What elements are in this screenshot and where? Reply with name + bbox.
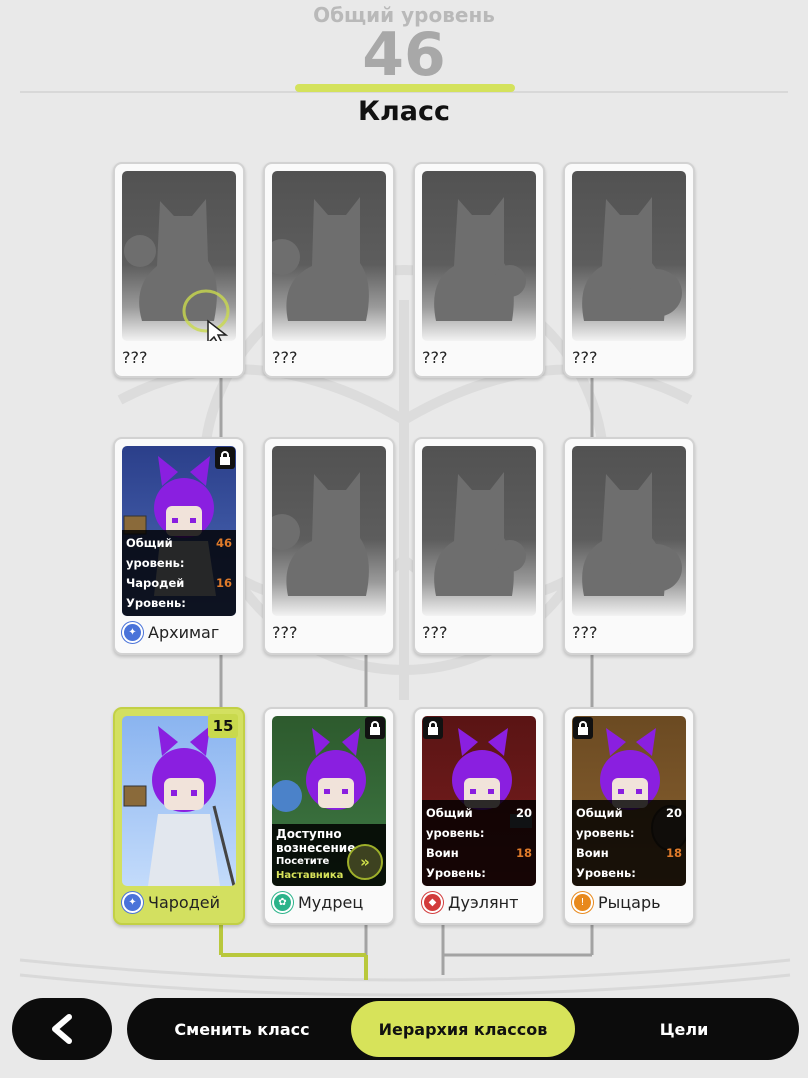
class-card-unknown[interactable]: ??? <box>263 162 395 378</box>
class-name-row: ◆ Дуэлянт <box>422 889 536 915</box>
class-card-unknown[interactable]: ??? <box>563 162 695 378</box>
req-total-label: Общий уровень: <box>576 806 635 840</box>
class-name: ??? <box>272 347 298 367</box>
class-name: Чародей <box>148 892 221 912</box>
class-name-row: ✿ Мудрец <box>272 889 386 915</box>
tab-bar: Сменить класс Иерархия классов Цели <box>127 998 799 1060</box>
lock-icon <box>423 717 443 739</box>
req-class-label: Воин Уровень: <box>426 846 486 880</box>
locked-silhouette <box>422 446 536 616</box>
requirements-box: Общий уровень: 46 Чародей Уровень: 16 <box>122 530 236 616</box>
req-total-value: 20 <box>515 806 532 820</box>
requirements-box: Общий уровень: 20 Воин Уровень: 18 <box>572 800 686 886</box>
archmage-portrait: Общий уровень: 46 Чародей Уровень: 16 <box>122 446 236 616</box>
warrior-class-icon: ◆ <box>422 891 443 913</box>
mage-class-icon: ✦ <box>122 621 143 643</box>
class-name: ??? <box>422 347 448 367</box>
locked-silhouette <box>122 171 236 341</box>
tab-class-hierarchy[interactable]: Иерархия классов <box>351 1001 575 1057</box>
duelist-portrait: Общий уровень: 20 Воин Уровень: 18 <box>422 716 536 886</box>
sage-class-icon: ✿ <box>272 891 293 913</box>
class-name-row: ! Рыцарь <box>572 889 686 915</box>
locked-silhouette <box>572 446 686 616</box>
class-card-knight[interactable]: Общий уровень: 20 Воин Уровень: 18 ! Рыцар… <box>563 707 695 925</box>
lock-icon <box>215 447 235 469</box>
requirements-box: Общий уровень: 20 Воин Уровень: 18 <box>422 800 536 886</box>
class-card-sage[interactable]: Доступно вознесение Посетите Наставника … <box>263 707 395 925</box>
class-name: Мудрец <box>298 892 364 912</box>
class-name: Рыцарь <box>598 892 661 912</box>
req-class-label: Воин Уровень: <box>576 846 636 880</box>
req-class-value: 18 <box>515 846 532 860</box>
class-card-unknown[interactable]: ??? <box>563 437 695 655</box>
lock-icon <box>365 717 385 739</box>
ascension-line: Доступно <box>276 827 342 841</box>
class-card-unknown[interactable]: ??? <box>413 437 545 655</box>
class-name: ??? <box>272 622 298 642</box>
class-name: ??? <box>422 622 448 642</box>
class-card-unknown[interactable]: ??? <box>263 437 395 655</box>
class-name: ??? <box>572 622 598 642</box>
back-arrow-icon <box>52 1014 72 1044</box>
req-class-value: 16 <box>215 576 232 590</box>
ascension-arrow-icon[interactable]: » <box>347 844 383 880</box>
sorcerer-portrait <box>122 716 236 886</box>
back-button[interactable] <box>12 998 112 1060</box>
class-name-row: ✦ Архимаг <box>122 619 236 645</box>
class-name: ??? <box>122 347 148 367</box>
tab-change-class[interactable]: Сменить класс <box>137 998 347 1060</box>
sage-portrait: Доступно вознесение Посетите Наставника … <box>272 716 386 886</box>
class-name: Архимаг <box>148 622 220 642</box>
req-total-value: 46 <box>215 536 232 550</box>
req-class-label: Чародей Уровень: <box>126 576 186 610</box>
knight-class-icon: ! <box>572 891 593 913</box>
bottom-navigation: Сменить класс Иерархия классов Цели <box>0 995 808 1065</box>
mage-class-icon: ✦ <box>122 891 143 913</box>
req-total-value: 20 <box>665 806 682 820</box>
class-card-unknown[interactable]: ??? <box>413 162 545 378</box>
class-name: Дуэлянт <box>448 892 519 912</box>
tab-goals[interactable]: Цели <box>579 998 789 1060</box>
req-total-label: Общий уровень: <box>126 536 185 570</box>
req-total-label: Общий уровень: <box>426 806 485 840</box>
class-level-badge: 15 <box>208 714 238 738</box>
class-card-sorcerer[interactable]: 15 ✦ Чародей <box>113 707 245 925</box>
knight-portrait: Общий уровень: 20 Воин Уровень: 18 <box>572 716 686 886</box>
locked-silhouette <box>422 171 536 341</box>
locked-silhouette <box>272 171 386 341</box>
class-name: ??? <box>572 347 598 367</box>
class-card-archmage[interactable]: Общий уровень: 46 Чародей Уровень: 16 ✦ Ар… <box>113 437 245 655</box>
class-card-unknown[interactable]: ??? <box>113 162 245 378</box>
lock-icon <box>573 717 593 739</box>
class-name-row: ✦ Чародей <box>122 889 236 915</box>
locked-silhouette <box>572 171 686 341</box>
locked-silhouette <box>272 446 386 616</box>
class-card-duelist[interactable]: Общий уровень: 20 Воин Уровень: 18 ◆ Дуэля… <box>413 707 545 925</box>
req-class-value: 18 <box>665 846 682 860</box>
ascension-available-box: Доступно вознесение Посетите Наставника … <box>272 824 386 886</box>
